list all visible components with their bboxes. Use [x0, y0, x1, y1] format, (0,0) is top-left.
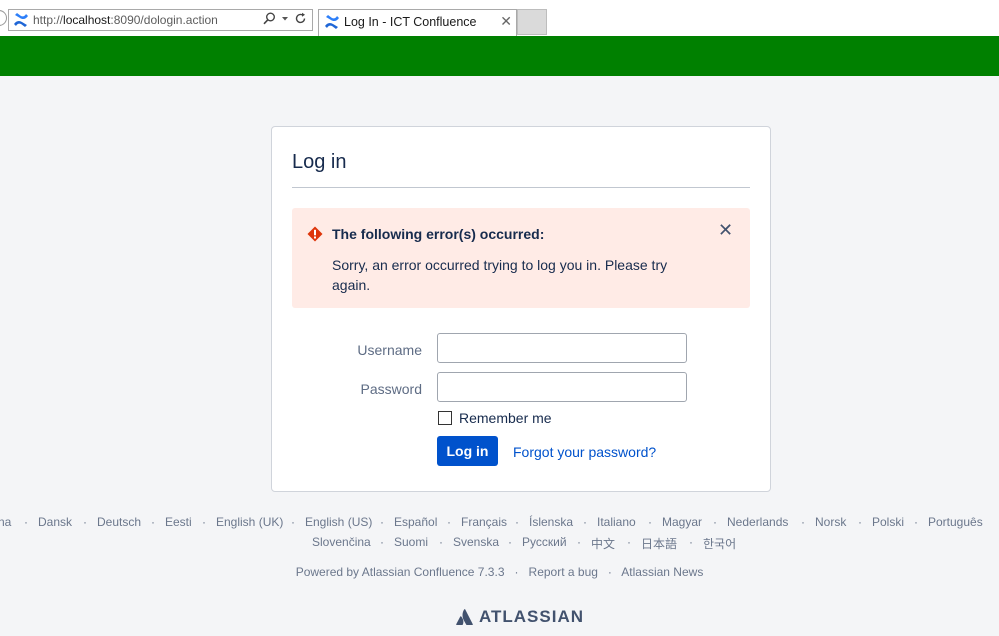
language-list-row2: Slovenčina · Suomi · Svenska · Русский ·… [312, 535, 737, 552]
language-link[interactable]: Norsk [815, 515, 846, 529]
language-link[interactable]: Magyar [662, 515, 702, 529]
refresh-icon[interactable] [294, 12, 307, 25]
error-icon [307, 226, 323, 242]
tab-title: Log In - ICT Confluence [344, 15, 477, 29]
language-link[interactable]: Íslenska [529, 515, 573, 529]
language-link[interactable]: Português [928, 515, 983, 529]
language-link[interactable]: Svenska [453, 535, 499, 549]
site-header [0, 36, 999, 76]
search-icon[interactable] [263, 12, 276, 25]
new-tab-button[interactable] [517, 9, 547, 35]
language-link[interactable]: Русский [522, 535, 567, 549]
address-url: http://localhost:8090/dologin.action [33, 13, 218, 27]
powered-by-text: Powered by Atlassian Confluence 7.3.3 [295, 565, 505, 579]
username-label: Username [357, 342, 422, 358]
remember-me-label[interactable]: Remember me [459, 410, 552, 426]
address-bar[interactable]: http://localhost:8090/dologin.action [8, 9, 313, 31]
language-link[interactable]: 中文 [591, 535, 615, 552]
language-link[interactable]: 日本語 [641, 535, 677, 552]
language-link[interactable]: Deutsch [97, 515, 141, 529]
login-panel: Log in The following error(s) occurred: … [271, 126, 771, 492]
language-link[interactable]: Dansk [38, 515, 72, 529]
error-text: Sorry, an error occurred trying to log y… [332, 257, 668, 293]
report-bug-link[interactable]: Report a bug [529, 565, 598, 579]
error-heading: The following error(s) occurred: [332, 226, 545, 242]
language-link[interactable]: 한국어 [703, 535, 736, 552]
close-icon[interactable]: ✕ [718, 220, 733, 241]
browser-toolbar: http://localhost:8090/dologin.action Log… [0, 0, 999, 37]
language-link[interactable]: Polski [872, 515, 904, 529]
atlassian-logo[interactable]: ATLASSIAN [456, 607, 584, 627]
forgot-password-link[interactable]: Forgot your password? [513, 444, 656, 460]
language-link[interactable]: English (US) [305, 515, 372, 529]
atlassian-news-link[interactable]: Atlassian News [621, 565, 703, 579]
error-message-box: The following error(s) occurred: Sorry, … [292, 208, 750, 308]
language-link[interactable]: Español [394, 515, 437, 529]
language-link[interactable]: Slovenčina [312, 535, 371, 549]
language-link[interactable]: na [0, 515, 11, 529]
confluence-favicon-icon [325, 15, 339, 29]
page-title: Log in [292, 151, 347, 173]
password-label: Password [360, 381, 422, 397]
language-link[interactable]: Suomi [394, 535, 428, 549]
chevron-down-icon[interactable] [281, 12, 289, 25]
remember-me-row: Remember me [437, 410, 552, 426]
remember-me-checkbox[interactable] [438, 411, 452, 425]
language-link[interactable]: English (UK) [216, 515, 283, 529]
language-link[interactable]: Italiano [597, 515, 636, 529]
language-link[interactable]: Nederlands [727, 515, 788, 529]
back-button[interactable] [0, 10, 7, 26]
title-divider [292, 187, 750, 188]
atlassian-logo-icon [456, 609, 473, 625]
language-link[interactable]: Français [461, 515, 507, 529]
language-list-row1: na · Dansk · Deutsch · Eesti · English (… [0, 515, 983, 529]
password-input[interactable] [437, 372, 687, 402]
tab-confluence-login[interactable]: Log In - ICT Confluence ✕ [318, 9, 517, 36]
login-button[interactable]: Log in [437, 436, 498, 466]
atlassian-logo-text: ATLASSIAN [479, 607, 585, 626]
confluence-favicon-icon [14, 13, 28, 27]
tab-close-icon[interactable]: ✕ [500, 13, 512, 30]
username-input[interactable] [437, 333, 687, 363]
footer-links: Powered by Atlassian Confluence 7.3.3 · … [295, 565, 704, 579]
language-link[interactable]: Eesti [165, 515, 192, 529]
